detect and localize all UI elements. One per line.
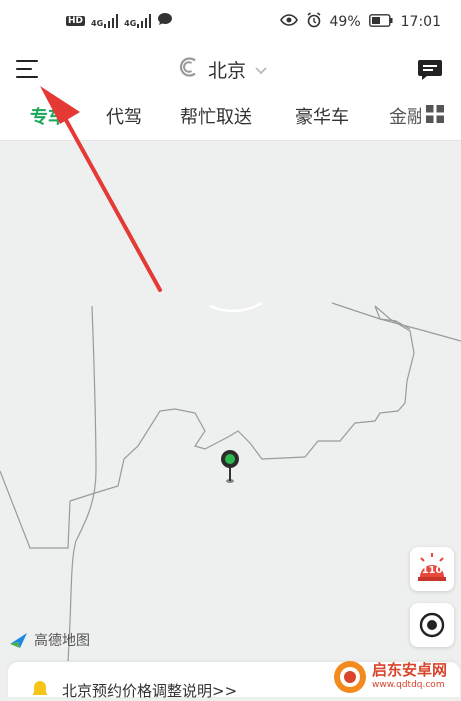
status-bar: HD 4G 4G 49% 17:01 [0,0,461,46]
city-label: 北京 [208,60,247,82]
message-icon [418,60,442,80]
map-view[interactable] [0,141,461,662]
bell-icon [33,681,47,695]
alarm-icon [306,12,322,32]
battery-icon [368,13,393,31]
city-selector[interactable]: 北京 [178,56,268,83]
eye-icon [279,14,298,30]
sos-label: 110 [421,565,443,576]
hd-icon: HD [66,15,86,26]
menu-icon-line-3 [16,76,38,78]
locate-icon [419,612,445,638]
map-pin [221,450,239,483]
menu-icon [16,60,38,62]
chevron-down-icon [254,59,268,81]
header: 北京 [0,46,461,94]
sos-110-button[interactable]: 110 [410,547,454,591]
locate-button[interactable] [410,603,454,647]
amap-logo: 高德地图 [8,630,90,650]
menu-icon-line-2 [16,68,32,70]
map-roads [0,301,461,662]
watermark-title: 启东安卓网 [372,661,448,679]
battery-percent: 49% [329,14,361,30]
watermark-text: 启东安卓网 www.qdtdq.com [372,663,447,690]
amap-logo-text: 高德地图 [34,633,90,649]
status-time: 17:01 [400,14,441,30]
watermark-url: www.qdtdq.com [372,680,445,690]
status-right: 49% 17:01 [279,12,441,32]
signal-4g-icon: 4G [91,13,119,28]
status-left: HD 4G 4G [66,12,173,29]
tab-daijia[interactable]: 代驾 [106,103,142,129]
site-watermark: 启东安卓网 www.qdtdq.com [332,656,460,697]
notice-text: 北京预约价格调整说明>> [62,682,238,700]
city-logo-icon [178,56,200,83]
chat-bubble-icon [157,12,173,29]
message-button[interactable] [417,58,443,82]
grid-icon [426,105,444,123]
signal-4g-icon-2: 4G [124,13,152,28]
service-tabs: 专车 代驾 帮忙取送 豪华车 金融 [0,94,461,141]
tab-zhuanche[interactable]: 专车 [30,103,66,129]
more-tabs-button[interactable] [425,104,445,124]
tab-bangmang[interactable]: 帮忙取送 [180,103,252,129]
tab-jinrong[interactable]: 金融 [389,103,421,129]
menu-button[interactable] [16,58,42,80]
amap-logo-icon [10,633,27,648]
watermark-logo-icon [334,660,366,693]
tab-haohuache[interactable]: 豪华车 [295,103,349,129]
